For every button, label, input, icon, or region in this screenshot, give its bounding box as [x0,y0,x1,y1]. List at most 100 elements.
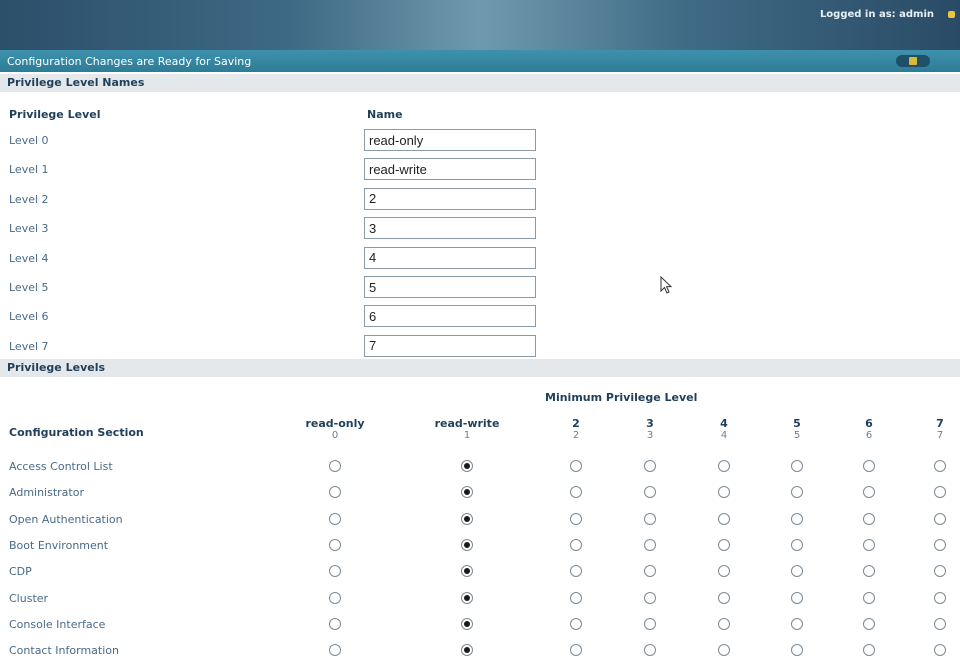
privilege-radio[interactable] [570,538,582,551]
privilege-radio[interactable] [718,565,730,578]
privilege-radio[interactable] [461,617,473,630]
level-name-input[interactable] [364,129,536,151]
privilege-radio[interactable] [461,565,473,578]
privilege-radio[interactable] [934,591,946,604]
level-name-input[interactable] [364,276,536,298]
privilege-radio[interactable] [791,538,803,551]
privilege-radio[interactable] [461,538,473,551]
privilege-radio[interactable] [570,512,582,525]
privilege-radio[interactable] [863,565,875,578]
level-column-name: 3 [646,417,654,430]
save-config-button[interactable] [896,55,930,67]
privilege-radio[interactable] [461,644,473,657]
privilege-radio[interactable] [791,644,803,657]
privilege-radio[interactable] [934,460,946,472]
level-label: Level 4 [9,251,49,265]
privilege-radio[interactable] [791,512,803,525]
privilege-radio[interactable] [570,644,582,657]
privilege-radio[interactable] [644,512,656,525]
privilege-radio[interactable] [718,512,730,525]
minimum-privilege-level-title: Minimum Privilege Level [545,391,698,404]
privilege-radio[interactable] [644,460,656,472]
privilege-radio[interactable] [329,512,341,525]
level-name-input[interactable] [364,246,536,269]
level-column-header: read-write 1 [427,418,507,442]
privilege-radio[interactable] [570,460,582,472]
privilege-radio[interactable] [934,538,946,551]
privilege-radio[interactable] [461,512,473,525]
level-column-header: 22 [536,418,616,442]
privilege-radio[interactable] [791,591,803,604]
privilege-radio[interactable] [791,460,803,472]
privilege-radio[interactable] [718,591,730,604]
level-column-header: 55 [757,418,837,442]
privilege-radio[interactable] [718,486,730,499]
privilege-radio[interactable] [863,644,875,657]
save-banner-text: Configuration Changes are Ready for Savi… [7,55,252,68]
privilege-radio[interactable] [863,617,875,630]
privilege-radio[interactable] [644,617,656,630]
privilege-radio[interactable] [934,617,946,630]
privilege-radio[interactable] [791,486,803,499]
config-section-label: Contact Information [9,644,119,658]
level-name-input[interactable] [364,187,536,210]
level-column-name: read-write [434,417,500,430]
config-section-label: CDP [9,565,32,579]
level-column-number: 4 [720,430,728,441]
config-section-label: Administrator [9,486,84,500]
privilege-level-names-title: Privilege Level Names [7,76,145,89]
privilege-radio[interactable] [934,486,946,499]
privilege-radio[interactable] [934,565,946,578]
privilege-radio[interactable] [644,538,656,551]
privilege-radio[interactable] [329,486,341,499]
privilege-radio[interactable] [329,538,341,551]
level-name-input[interactable] [364,217,536,240]
config-section-label: Open Authentication [9,512,123,526]
privilege-radio[interactable] [791,565,803,578]
privilege-radio[interactable] [863,591,875,604]
configuration-section-column-header: Configuration Section [9,426,144,439]
level-column-name: 5 [793,417,801,430]
logged-in-label: Logged in as: admin [819,9,934,20]
level-column-header: 33 [610,418,690,442]
level-label: Level 3 [9,222,49,236]
level-column-header: 77 [900,418,960,442]
privilege-radio[interactable] [329,591,341,604]
level-column-header: 66 [829,418,909,442]
level-name-input[interactable] [364,305,536,328]
privilege-radio[interactable] [329,644,341,657]
privilege-radio[interactable] [863,486,875,499]
privilege-radio[interactable] [570,591,582,604]
level-column-number: 6 [865,430,873,441]
privilege-radio[interactable] [329,565,341,578]
config-section-label: Cluster [9,591,49,605]
privilege-radio[interactable] [461,460,473,472]
privilege-radio[interactable] [791,617,803,630]
privilege-radio[interactable] [329,460,341,472]
privilege-radio[interactable] [718,538,730,551]
privilege-radio[interactable] [718,460,730,472]
privilege-radio[interactable] [644,565,656,578]
privilege-radio[interactable] [461,591,473,604]
privilege-radio[interactable] [718,644,730,657]
save-banner: Configuration Changes are Ready for Savi… [0,50,960,72]
privilege-radio[interactable] [329,617,341,630]
privilege-radio[interactable] [863,538,875,551]
privilege-radio[interactable] [863,512,875,525]
level-label: Level 1 [9,163,49,177]
privilege-radio[interactable] [718,617,730,630]
privilege-radio[interactable] [644,644,656,657]
privilege-radio[interactable] [570,617,582,630]
privilege-radio[interactable] [863,460,875,472]
privilege-radio[interactable] [461,486,473,499]
level-column-name: 7 [936,417,944,430]
privilege-radio[interactable] [644,591,656,604]
level-name-input[interactable] [364,334,536,357]
privilege-radio[interactable] [644,486,656,499]
privilege-radio[interactable] [934,644,946,657]
level-name-input[interactable] [364,158,536,181]
privilege-radio[interactable] [570,565,582,578]
privilege-radio[interactable] [934,512,946,525]
privilege-radio[interactable] [570,486,582,499]
level-column-header: 44 [684,418,764,442]
